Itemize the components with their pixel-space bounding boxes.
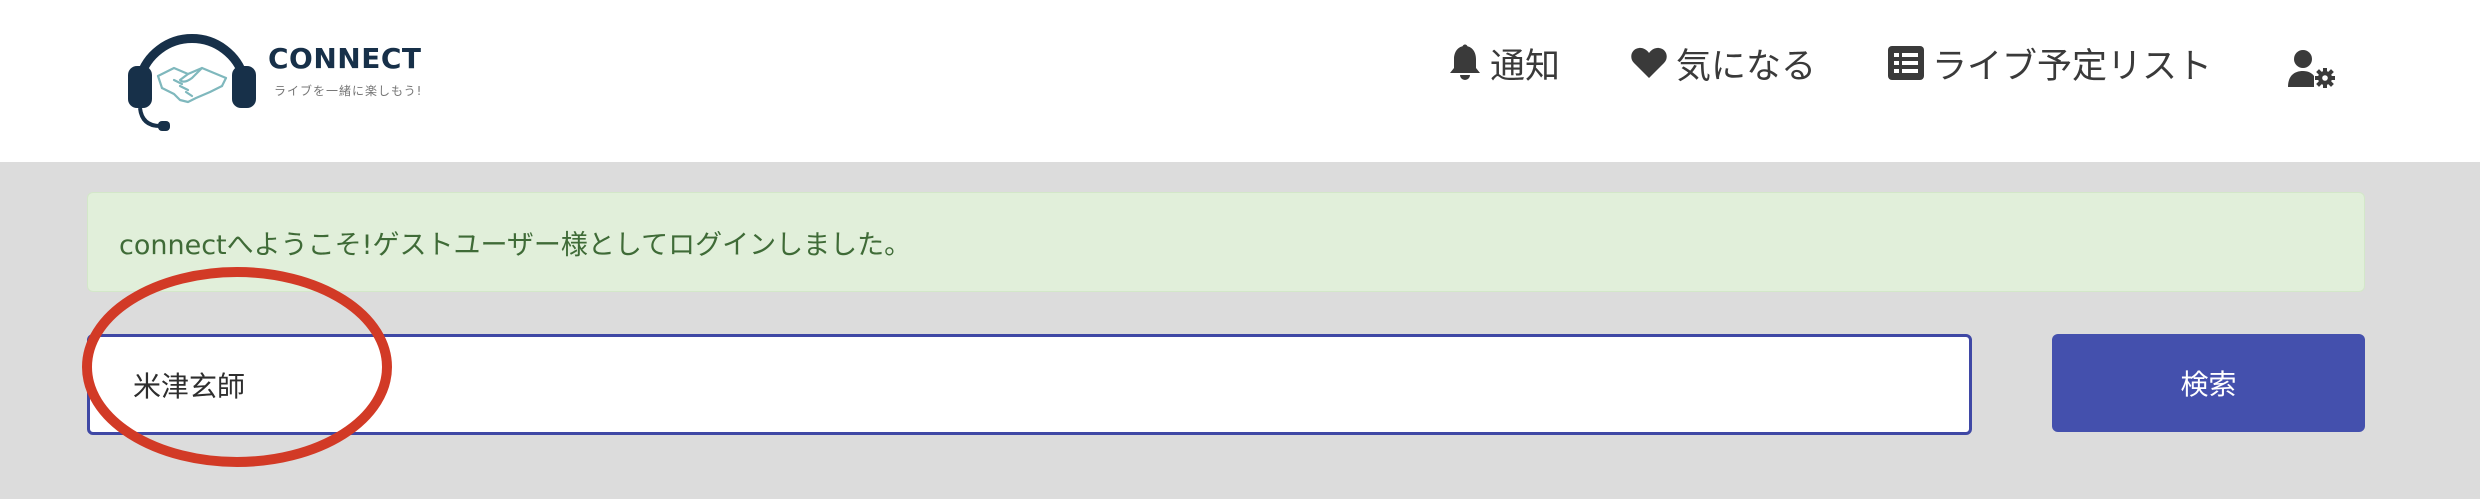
nav-favorites[interactable]: 気になる (1630, 38, 1816, 88)
nav-notifications[interactable]: 通知 (1448, 38, 1560, 88)
brand-title: CONNECT (268, 42, 422, 75)
user-gear-icon (2288, 50, 2336, 88)
nav-favorites-label: 気になる (1676, 46, 1817, 87)
brand-logo[interactable] (122, 18, 422, 136)
brand-tagline: ライブを一緒に楽しもう! (274, 84, 423, 98)
nav-notifications-label: 通知 (1490, 46, 1561, 87)
search-button[interactable]: 検索 (2052, 334, 2365, 432)
site-header: CONNECT ライブを一緒に楽しもう! 通知 気になる ライブ予定リスト (0, 0, 2480, 162)
list-icon (1888, 46, 1924, 80)
bell-icon (1448, 44, 1482, 82)
login-success-alert: connectへようこそ!ゲストユーザー様としてログインしました。 (87, 192, 2365, 292)
nav-live-list-label: ライブ予定リスト (1932, 46, 2213, 87)
search-input[interactable] (87, 334, 1972, 435)
headset-handshake-logo-icon (128, 34, 256, 131)
heart-icon (1630, 46, 1668, 80)
nav-live-list[interactable]: ライブ予定リスト (1888, 38, 2212, 88)
nav-user-settings[interactable] (2288, 44, 2336, 94)
alert-message: connectへようこそ!ゲストユーザー様としてログインしました。 (119, 229, 912, 261)
